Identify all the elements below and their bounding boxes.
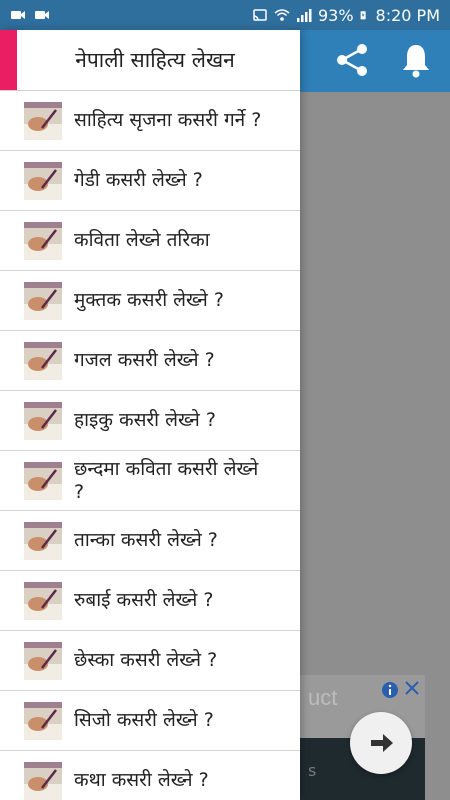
menu-item-label: कथा कसरी लेख्ने ? [74, 769, 209, 791]
drawer-menu-item-9[interactable]: रुबाई कसरी लेख्ने ? [0, 571, 300, 631]
battery-charging-icon [360, 11, 366, 20]
drawer-menu-item-3[interactable]: कविता लेख्ने तरिका [0, 211, 300, 271]
menu-item-label: मुक्तक कसरी लेख्ने ? [74, 289, 224, 311]
writing-thumbnail-icon [24, 161, 62, 200]
writing-thumbnail-icon [24, 581, 62, 620]
writing-thumbnail-icon [24, 401, 62, 440]
video-camera-icon [11, 11, 25, 19]
writing-thumbnail-icon [24, 641, 62, 680]
menu-item-label: साहित्य सृजना कसरी गर्ने ? [74, 109, 262, 131]
drawer-accent-bar [0, 30, 17, 90]
navigation-drawer: नेपाली साहित्य लेखन साहित्य सृजना कसरी ग… [0, 30, 300, 800]
wifi-icon [274, 9, 290, 21]
writing-thumbnail-icon [24, 281, 62, 320]
clock-time: 8:20 PM [375, 5, 440, 25]
battery-percent: 93% [317, 5, 354, 25]
drawer-menu-item-12[interactable]: कथा कसरी लेख्ने ? [0, 751, 300, 800]
ad-arrow-button[interactable] [350, 712, 412, 774]
drawer-menu-list: साहित्य सृजना कसरी गर्ने ? गेडी कसरी लेख… [0, 91, 300, 800]
writing-thumbnail-icon [24, 461, 62, 500]
drawer-menu-item-2[interactable]: गेडी कसरी लेख्ने ? [0, 151, 300, 211]
drawer-menu-item-10[interactable]: छेस्का कसरी लेख्ने ? [0, 631, 300, 691]
drawer-menu-item-7[interactable]: छन्दमा कविता कसरी लेख्ने ? [0, 451, 300, 511]
cast-icon [253, 9, 267, 21]
close-icon[interactable] [403, 679, 421, 697]
menu-item-label: गेडी कसरी लेख्ने ? [74, 169, 203, 191]
video-camera-icon [35, 11, 49, 19]
ad-title: uct [308, 685, 338, 710]
drawer-menu-item-1[interactable]: साहित्य सृजना कसरी गर्ने ? [0, 91, 300, 151]
writing-thumbnail-icon [24, 761, 62, 800]
drawer-menu-item-5[interactable]: गजल कसरी लेख्ने ? [0, 331, 300, 391]
menu-item-label: छन्दमा कविता कसरी लेख्ने ? [74, 457, 259, 503]
menu-item-label: हाइकु कसरी लेख्ने ? [74, 409, 216, 431]
menu-item-label: गजल कसरी लेख्ने ? [74, 349, 215, 371]
menu-item-label: रुबाई कसरी लेख्ने ? [74, 589, 214, 611]
drawer-menu-item-11[interactable]: सिजो कसरी लेख्ने ? [0, 691, 300, 751]
info-icon[interactable] [381, 681, 399, 699]
signal-icon [296, 9, 312, 22]
menu-item-label: तान्का कसरी लेख्ने ? [74, 529, 218, 551]
bell-icon[interactable] [396, 40, 436, 80]
menu-item-label: कविता लेख्ने तरिका [74, 229, 210, 251]
drawer-title: नेपाली साहित्य लेखन [75, 48, 235, 72]
drawer-menu-item-8[interactable]: तान्का कसरी लेख्ने ? [0, 511, 300, 571]
writing-thumbnail-icon [24, 521, 62, 560]
writing-thumbnail-icon [24, 221, 62, 260]
arrow-right-icon [371, 734, 393, 752]
writing-thumbnail-icon [24, 341, 62, 380]
drawer-header: नेपाली साहित्य लेखन [0, 30, 300, 91]
share-icon[interactable] [332, 40, 372, 80]
drawer-menu-item-6[interactable]: हाइकु कसरी लेख्ने ? [0, 391, 300, 451]
writing-thumbnail-icon [24, 101, 62, 140]
drawer-menu-item-4[interactable]: मुक्तक कसरी लेख्ने ? [0, 271, 300, 331]
menu-item-label: छेस्का कसरी लेख्ने ? [74, 649, 218, 671]
menu-item-label: सिजो कसरी लेख्ने ? [74, 709, 214, 731]
writing-thumbnail-icon [24, 701, 62, 740]
ad-subtext: s [308, 761, 317, 780]
status-bar: 93% 8:20 PM [0, 0, 450, 30]
